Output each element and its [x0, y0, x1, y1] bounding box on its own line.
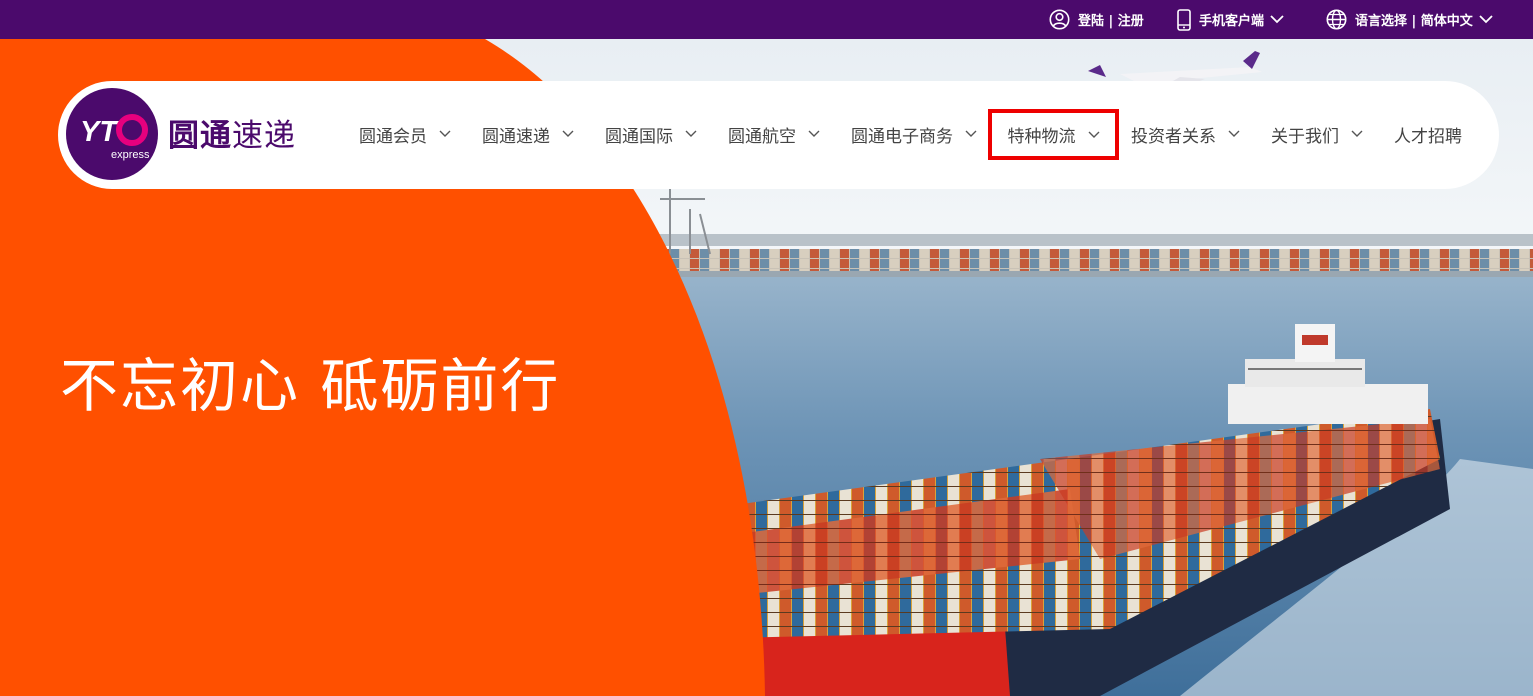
chevron-down-icon [808, 130, 820, 138]
brand-name[interactable]: 圆通速递 [168, 110, 296, 155]
chevron-down-icon [965, 130, 977, 138]
chevron-down-icon [1351, 130, 1363, 138]
chevron-down-icon [562, 130, 574, 138]
nav-item-investor-relations[interactable]: 投资者关系 [1131, 110, 1240, 158]
nav-item-express[interactable]: 圆通速递 [482, 110, 574, 158]
brand-name-light: 速递 [232, 118, 296, 154]
user-circle-icon [1049, 9, 1070, 30]
brand-name-bold: 圆通 [168, 118, 232, 154]
mobile-phone-icon [1177, 8, 1191, 31]
globe-icon [1326, 9, 1347, 30]
nav-item-airline[interactable]: 圆通航空 [728, 110, 820, 158]
nav-label: 圆通速递 [482, 126, 550, 147]
chevron-down-icon [1228, 130, 1240, 138]
nav-item-careers[interactable]: 人才招聘 [1394, 110, 1462, 158]
nav-label: 圆通会员 [359, 126, 427, 147]
nav-label: 圆通航空 [728, 126, 796, 147]
login-register-label: 登陆 | 注册 [1078, 14, 1144, 29]
nav-item-special-logistics[interactable]: 特种物流 [988, 109, 1119, 160]
svg-text:YT: YT [80, 116, 119, 148]
nav-item-international[interactable]: 圆通国际 [605, 110, 697, 158]
mobile-client-menu[interactable]: 手机客户端 [1177, 0, 1284, 39]
chevron-down-icon [1270, 15, 1284, 24]
nav-label: 特种物流 [1007, 127, 1076, 147]
nav-label: 关于我们 [1271, 126, 1339, 147]
nav-item-member[interactable]: 圆通会员 [359, 110, 451, 158]
nav-item-ecommerce[interactable]: 圆通电子商务 [851, 110, 977, 158]
nav-label: 圆通电子商务 [851, 126, 953, 147]
mobile-client-label: 手机客户端 [1199, 14, 1265, 29]
yto-logo-icon: YT express [80, 114, 150, 161]
chevron-down-icon [1479, 15, 1493, 24]
top-utility-bar: 登陆 | 注册 手机客户端 语言选择 | 简体中文 [0, 0, 1533, 39]
chevron-down-icon [1088, 131, 1100, 139]
chevron-down-icon [685, 130, 697, 138]
login-register-link[interactable]: 登陆 | 注册 [1049, 0, 1144, 39]
nav-label: 圆通国际 [605, 126, 673, 147]
hero-slogan: 不忘初心 砥砺前行 [60, 352, 561, 420]
chevron-down-icon [439, 130, 451, 138]
svg-text:express: express [111, 149, 150, 161]
nav-label: 人才招聘 [1394, 126, 1462, 147]
nav-item-about-us[interactable]: 关于我们 [1271, 110, 1363, 158]
language-label: 语言选择 | 简体中文 [1355, 14, 1473, 29]
nav-label: 投资者关系 [1131, 126, 1216, 147]
language-selector[interactable]: 语言选择 | 简体中文 [1326, 0, 1493, 39]
